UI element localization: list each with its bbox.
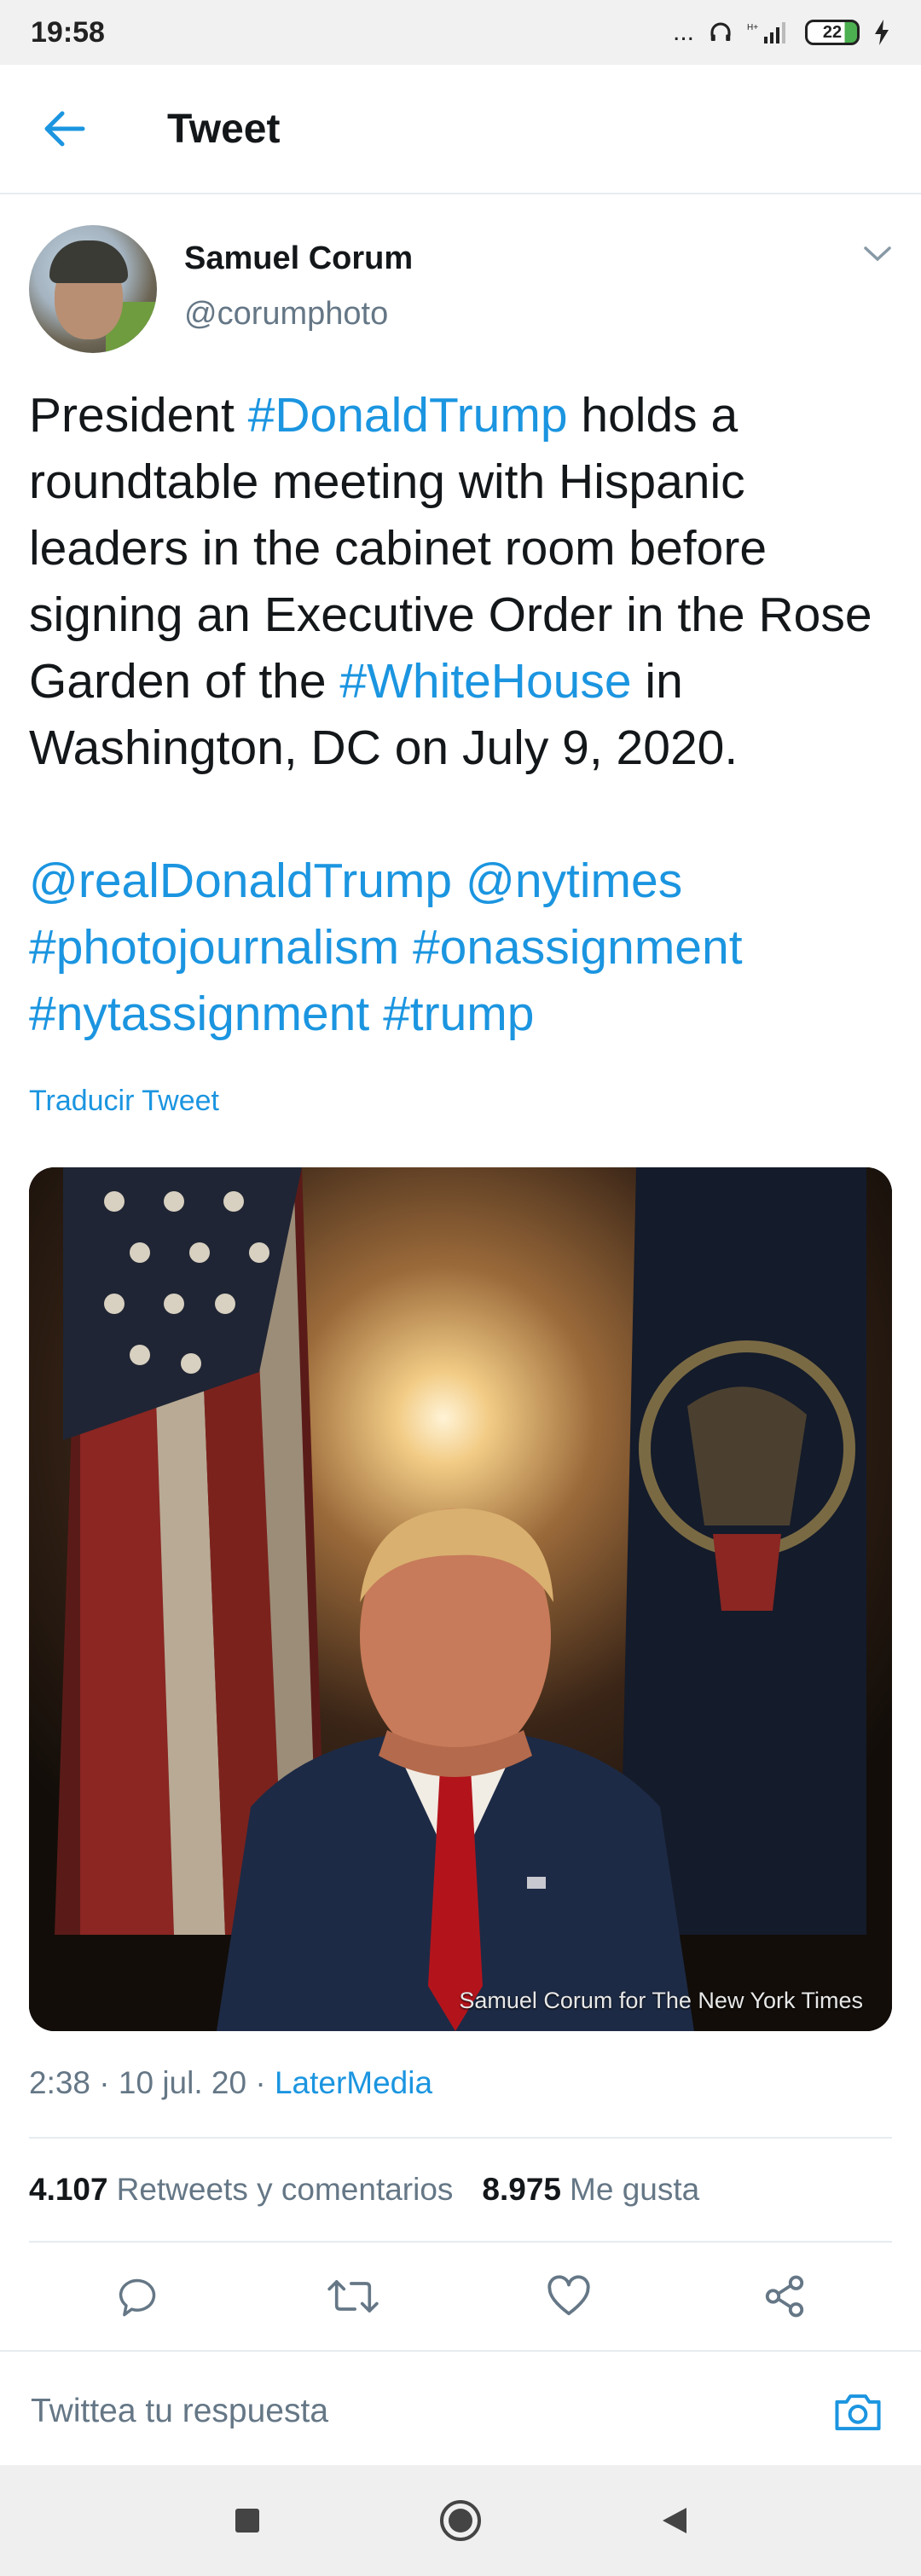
dots-indicator: ...: [672, 18, 694, 46]
camera-button[interactable]: [824, 2377, 892, 2446]
reply-bar: [0, 2352, 921, 2471]
recent-apps-button[interactable]: [222, 2495, 273, 2546]
share-icon: [765, 2275, 803, 2318]
author-handle[interactable]: @corumphoto: [184, 296, 413, 333]
reply-button[interactable]: [103, 2262, 171, 2330]
circle-icon: [440, 2500, 481, 2541]
hashtag-link[interactable]: #onassignment: [413, 920, 743, 975]
hashtag-link[interactable]: #WhiteHouse: [339, 654, 631, 709]
charging-bolt-icon: [875, 20, 889, 45]
hashtag-link[interactable]: #photojournalism: [29, 920, 399, 975]
reply-input[interactable]: [29, 2392, 715, 2431]
tweet-text-segment: [399, 920, 413, 975]
likes-stat[interactable]: 8.975 Me gusta: [482, 2172, 699, 2208]
author-display-name[interactable]: Samuel Corum: [184, 240, 413, 277]
author-names: Samuel Corum @corumphoto: [184, 225, 413, 333]
status-bar: 19:58 ... H+ 22: [0, 0, 921, 65]
retweet-icon: [327, 2280, 379, 2313]
page-title: Tweet: [167, 106, 281, 152]
svg-text:H+: H+: [747, 23, 758, 32]
translate-tweet-link[interactable]: Traducir Tweet: [0, 1047, 248, 1118]
system-nav-bar: [0, 2465, 921, 2576]
tweet-text-segment: [743, 920, 756, 975]
tweet-source-link[interactable]: LaterMedia: [275, 2065, 432, 2100]
mention-link[interactable]: @realDonaldTrump: [29, 854, 452, 908]
chevron-down-icon: [864, 246, 891, 262]
tweet-timestamp: 2:38 · 10 jul. 20 ·: [29, 2065, 275, 2100]
retweet-button[interactable]: [319, 2262, 387, 2330]
share-button[interactable]: [750, 2262, 819, 2330]
person-graphic: [217, 1508, 694, 2031]
tweet-text: President #DonaldTrump holds a roundtabl…: [0, 353, 921, 1047]
mention-link[interactable]: @nytimes: [466, 854, 682, 908]
likes-count: 8.975: [482, 2172, 562, 2207]
tweet-actions: [0, 2243, 921, 2352]
tweet-menu-button[interactable]: [863, 246, 892, 267]
battery-indicator: 22: [805, 20, 860, 45]
tweet-text-segment: [682, 854, 696, 908]
hashtag-link[interactable]: #nytassignment: [29, 987, 369, 1041]
tweet-text-segment: President: [29, 388, 248, 443]
camera-icon: [835, 2394, 881, 2431]
retweets-label: Retweets y comentarios: [116, 2172, 454, 2207]
home-button[interactable]: [435, 2495, 486, 2546]
tweet-text-segment: [369, 987, 383, 1041]
retweets-stat[interactable]: 4.107 Retweets y comentarios: [29, 2172, 453, 2208]
system-back-button[interactable]: [648, 2495, 699, 2546]
heart-icon: [547, 2275, 590, 2316]
retweets-count: 4.107: [29, 2172, 108, 2207]
status-time: 19:58: [31, 15, 105, 49]
tweet-stats: 4.107 Retweets y comentarios 8.975 Me gust…: [0, 2139, 921, 2241]
square-icon: [235, 2509, 259, 2533]
like-button[interactable]: [535, 2262, 603, 2330]
comment-icon: [119, 2278, 155, 2317]
hashtag-link[interactable]: #trump: [383, 987, 534, 1041]
avatar[interactable]: [29, 225, 157, 353]
back-button[interactable]: [31, 95, 99, 163]
likes-label: Me gusta: [570, 2172, 700, 2207]
app-header: Tweet: [0, 65, 921, 194]
tweet-text-segment: [452, 854, 466, 908]
tweet-author: Samuel Corum @corumphoto: [0, 194, 921, 353]
hashtag-link[interactable]: #DonaldTrump: [248, 388, 568, 443]
headphones-icon: [710, 22, 731, 41]
tweet-photo[interactable]: Samuel Corum for The New York Times: [29, 1167, 892, 2031]
triangle-back-icon: [663, 2508, 686, 2533]
photo-credit: Samuel Corum for The New York Times: [459, 1988, 863, 2013]
tweet-meta: 2:38 · 10 jul. 20 · LaterMedia: [0, 2031, 921, 2101]
arrow-left-icon: [44, 111, 85, 147]
status-indicators: ... H+ 22: [673, 18, 890, 47]
signal-icon: H+: [747, 22, 785, 43]
